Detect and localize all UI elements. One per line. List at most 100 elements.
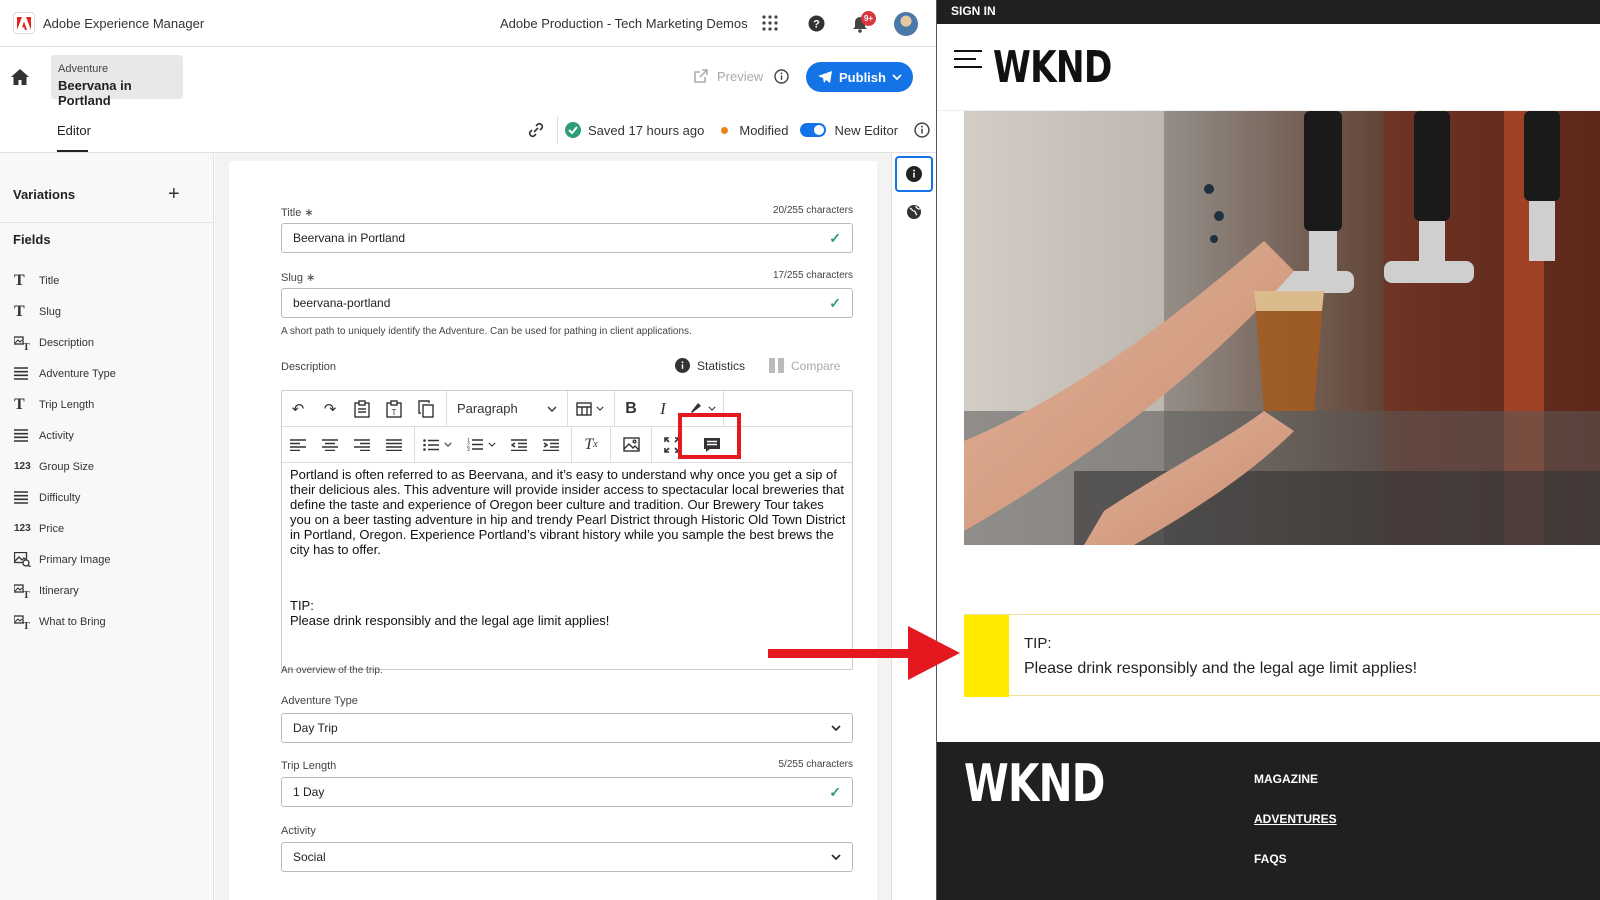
status-bar: Saved 17 hours ago Modified New Editor	[520, 116, 930, 144]
indent-icon[interactable]	[535, 427, 567, 463]
form-card: Title ∗ 20/255 characters Beervana in Po…	[229, 161, 877, 900]
align-justify-icon[interactable]	[378, 427, 410, 463]
home-icon[interactable]	[10, 68, 30, 86]
new-editor-toggle[interactable]	[799, 123, 826, 137]
publish-icon	[818, 71, 833, 83]
user-avatar[interactable]	[894, 12, 918, 36]
field-item-difficulty[interactable]: Difficulty	[14, 482, 116, 513]
breadcrumb[interactable]: Adventure Beervana in Portland	[51, 55, 183, 108]
field-item-itinerary[interactable]: T Itinerary	[14, 575, 116, 606]
table-icon[interactable]	[568, 391, 612, 427]
field-item-what-to-bring[interactable]: T What to Bring	[14, 606, 116, 637]
apps-grid-icon[interactable]	[761, 14, 779, 32]
footer-nav-adventures[interactable]: ADVENTURES	[1254, 812, 1337, 826]
field-item-label: Adventure Type	[39, 367, 116, 380]
compare-button[interactable]: Compare	[769, 358, 840, 373]
text-field-icon: T	[14, 302, 25, 320]
description-label: Description	[281, 361, 337, 373]
info-icon[interactable]	[914, 122, 930, 138]
title-input[interactable]: Beervana in Portland ✓	[281, 223, 853, 253]
rte-tip-label: TIP:	[290, 598, 314, 613]
trip-length-value: 1 Day	[293, 785, 325, 799]
help-icon[interactable]: ?	[807, 14, 825, 32]
add-variation-button[interactable]: +	[168, 183, 180, 206]
trip-length-char-count: 5/255 characters	[778, 759, 854, 770]
field-item-activity[interactable]: Activity	[14, 420, 116, 451]
insert-image-icon[interactable]	[611, 427, 651, 463]
publish-button[interactable]: Publish	[806, 62, 913, 92]
field-item-price[interactable]: 123 Price	[14, 513, 116, 544]
hamburger-menu-icon[interactable]	[954, 50, 982, 74]
info-icon	[675, 358, 690, 373]
paste-plain-text-icon[interactable]: T	[378, 391, 410, 427]
adventure-type-select[interactable]: Day Trip	[281, 713, 853, 743]
preview-label: Preview	[717, 68, 764, 84]
paragraph-format-select[interactable]: Paragraph	[447, 391, 567, 427]
paste-icon[interactable]	[346, 391, 378, 427]
chevron-down-icon	[892, 74, 902, 80]
preview-button[interactable]: Preview	[693, 68, 763, 84]
activity-value: Social	[293, 850, 326, 864]
tab-editor[interactable]: Editor	[57, 123, 91, 138]
bold-icon[interactable]: B	[615, 391, 647, 427]
title-char-count: 20/255 characters	[772, 205, 853, 216]
slug-value: beervana-portland	[293, 296, 391, 310]
redo-icon[interactable]: ↷	[314, 391, 346, 427]
outdent-icon[interactable]	[503, 427, 535, 463]
field-item-label: Slug	[39, 305, 62, 318]
field-item-primary-image[interactable]: Primary Image	[14, 544, 116, 575]
new-editor-label: New Editor	[834, 122, 899, 138]
top-bar: Adobe Experience Manager Adobe Productio…	[0, 0, 936, 47]
slug-input[interactable]: beervana-portland ✓	[281, 288, 853, 318]
field-item-trip-length[interactable]: T Trip Length	[14, 389, 116, 420]
footer-wknd-logo[interactable]: WKND	[964, 754, 1105, 814]
wknd-logo[interactable]: WKND	[993, 42, 1112, 93]
activity-select[interactable]: Social	[281, 842, 853, 872]
field-item-adventure-type[interactable]: Adventure Type	[14, 358, 116, 389]
sign-in-link[interactable]: SIGN IN	[937, 0, 1600, 24]
variations-title: Variations	[13, 187, 76, 202]
align-right-icon[interactable]	[346, 427, 378, 463]
right-rail	[891, 153, 936, 900]
field-item-group-size[interactable]: 123 Group Size	[14, 451, 116, 482]
chevron-down-icon	[831, 725, 841, 731]
italic-icon[interactable]: I	[647, 391, 679, 427]
rte-content[interactable]: Portland is often referred to as Beervan…	[290, 467, 846, 628]
link-icon[interactable]	[527, 122, 545, 138]
field-item-slug[interactable]: T Slug	[14, 296, 116, 327]
rich-text-field-icon: T	[14, 614, 39, 629]
field-item-label: Group Size	[39, 460, 95, 473]
trip-length-input[interactable]: 1 Day ✓	[281, 777, 853, 807]
info-panel-button[interactable]	[895, 156, 933, 192]
footer-nav-faqs[interactable]: FAQS	[1254, 852, 1287, 866]
undo-icon[interactable]: ↶	[282, 391, 314, 427]
clear-formatting-icon[interactable]: Tx	[572, 427, 610, 463]
field-item-description[interactable]: T Description	[14, 327, 116, 358]
checkmark-icon: ✓	[829, 229, 841, 246]
statistics-button[interactable]: Statistics	[675, 358, 745, 373]
trip-length-label: Trip Length	[281, 760, 337, 772]
align-center-icon[interactable]	[314, 427, 346, 463]
info-icon	[906, 166, 922, 182]
rte-toolbar-row-2: 123 Tx	[282, 426, 852, 463]
copy-icon[interactable]	[410, 391, 442, 427]
globe-icon[interactable]	[905, 203, 923, 221]
image-field-icon	[14, 552, 39, 567]
numbered-list-icon[interactable]: 123	[459, 427, 503, 463]
footer-nav-magazine[interactable]: MAGAZINE	[1254, 772, 1318, 786]
divider	[0, 222, 213, 223]
svg-text:3: 3	[467, 447, 470, 451]
org-switcher[interactable]: Adobe Production - Tech Marketing Demos	[500, 16, 748, 31]
field-item-title[interactable]: T Title	[14, 265, 116, 296]
chevron-down-icon	[831, 854, 841, 860]
bullet-list-icon[interactable]	[415, 427, 459, 463]
adobe-logo-icon[interactable]	[13, 12, 35, 34]
align-left-icon[interactable]	[282, 427, 314, 463]
info-icon[interactable]	[773, 68, 789, 84]
field-item-label: What to Bring	[39, 615, 106, 628]
annotation-arrow	[768, 626, 968, 682]
app-title: Adobe Experience Manager	[43, 16, 205, 31]
form-area: Title ∗ 20/255 characters Beervana in Po…	[215, 153, 891, 900]
rich-text-field-icon: T	[14, 335, 39, 350]
number-field-icon: 123	[14, 461, 31, 472]
